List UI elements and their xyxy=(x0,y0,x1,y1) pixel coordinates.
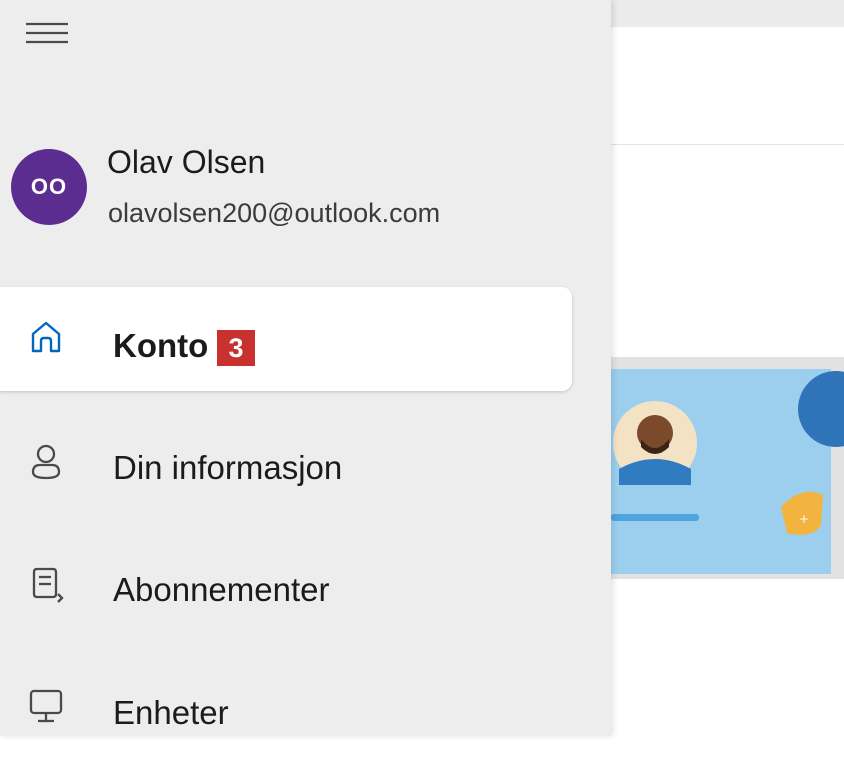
avatar[interactable]: OO xyxy=(11,149,87,225)
sidebar-item-label: Konto xyxy=(113,327,209,364)
sidebar-item-enheter[interactable]: Enheter xyxy=(0,658,572,762)
top-bar xyxy=(611,0,844,27)
navigation-sidebar: OO Olav Olsen olavolsen200@outlook.com K… xyxy=(0,0,611,736)
hamburger-menu-button[interactable] xyxy=(22,18,70,52)
sidebar-item-din-informasjon[interactable]: Din informasjon xyxy=(0,412,572,516)
header-strip xyxy=(611,27,844,145)
sidebar-item-label: Enheter xyxy=(113,694,229,731)
sidebar-item-label: Din informasjon xyxy=(113,449,343,486)
hero-illustration: + xyxy=(611,357,844,579)
step-number-badge: 3 xyxy=(217,330,255,366)
svg-text:+: + xyxy=(799,512,809,526)
sidebar-item-label: Abonnementer xyxy=(113,571,330,608)
sidebar-item-abonnementer[interactable]: Abonnementer xyxy=(0,534,572,638)
main-content: + xyxy=(611,0,844,736)
monitor-icon xyxy=(29,689,63,723)
avatar-initials: OO xyxy=(30,174,68,199)
home-icon xyxy=(31,321,61,353)
user-email: olavolsen200@outlook.com xyxy=(108,198,441,228)
sidebar-item-konto[interactable]: Konto xyxy=(0,287,572,391)
hamburger-icon xyxy=(26,22,68,44)
subscriptions-icon xyxy=(32,567,64,603)
person-icon xyxy=(31,444,61,480)
user-name: Olav Olsen xyxy=(107,144,266,180)
